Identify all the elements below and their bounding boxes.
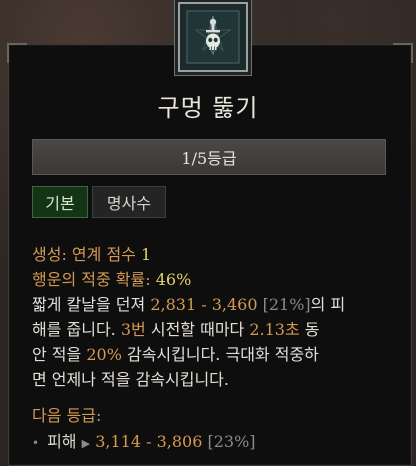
description-line-4: 면 언제나 적을 감속시킵니다. bbox=[32, 366, 229, 390]
tab-marksman-label: 명사수 bbox=[106, 194, 152, 213]
tab-basic[interactable]: 기본 bbox=[32, 186, 88, 218]
generate-line: 생성: 연계 점수 1 bbox=[32, 241, 151, 265]
desc-text: 면 언제나 적을 감속시킵니다. bbox=[32, 370, 229, 389]
lucky-hit-label: 행운의 적중 확률: bbox=[32, 270, 156, 289]
rank-indicator: 1/5등급 bbox=[32, 139, 386, 175]
lucky-hit-value: 46% bbox=[155, 270, 192, 289]
desc-text: 동 bbox=[299, 320, 320, 339]
tab-marksman[interactable]: 명사수 bbox=[92, 186, 166, 218]
desc-text: 시전할 때마다 bbox=[145, 320, 250, 339]
next-damage-percent: [23%] bbox=[207, 432, 256, 451]
corner-ornament bbox=[393, 43, 413, 63]
rank-text: 1/5등급 bbox=[181, 149, 237, 168]
next-rank-label: 다음 등급: bbox=[32, 406, 102, 425]
tab-basic-label: 기본 bbox=[45, 194, 75, 213]
skill-title: 구멍 뚫기 bbox=[157, 94, 259, 122]
lucky-hit-line: 행운의 적중 확률: 46% bbox=[32, 266, 191, 290]
cast-count: 3번 bbox=[120, 320, 146, 339]
description-line-1: 짧게 칼날을 던져 2,831 - 3,460 [21%]의 피 bbox=[32, 291, 345, 315]
corner-ornament bbox=[7, 43, 27, 63]
generate-value: 1 bbox=[140, 245, 152, 264]
next-damage-range: 3,114 - 3,806 bbox=[95, 432, 203, 451]
arrow-right-icon: ▶ bbox=[81, 437, 91, 450]
next-rank-stat: • 피해 ▶ 3,114 - 3,806 [23%] bbox=[32, 428, 256, 452]
desc-text: 감속시킵니다. 극대화 적중하 bbox=[121, 345, 319, 364]
description-line-2: 해를 줍니다. 3번 시전할 때마다 2.13초 동 bbox=[32, 316, 320, 340]
slow-percent: 20% bbox=[86, 345, 122, 364]
skill-emblem bbox=[178, 2, 248, 72]
slow-duration: 2.13초 bbox=[249, 320, 300, 339]
dagger-skull-icon bbox=[186, 10, 240, 64]
desc-text: 안 적을 bbox=[32, 345, 87, 364]
bullet-icon: • bbox=[32, 436, 40, 450]
description-line-3: 안 적을 20% 감속시킵니다. 극대화 적중하 bbox=[32, 341, 319, 365]
next-stat-name: 피해 bbox=[47, 432, 77, 451]
damage-percent: [21%] bbox=[257, 295, 311, 314]
damage-range: 2,831 - 3,460 bbox=[150, 295, 258, 314]
desc-text: 해를 줍니다. bbox=[32, 320, 121, 339]
desc-text: 의 피 bbox=[310, 295, 346, 314]
generate-label: 생성: 연계 점수 bbox=[32, 245, 141, 264]
desc-text: 짧게 칼날을 던져 bbox=[32, 295, 151, 314]
